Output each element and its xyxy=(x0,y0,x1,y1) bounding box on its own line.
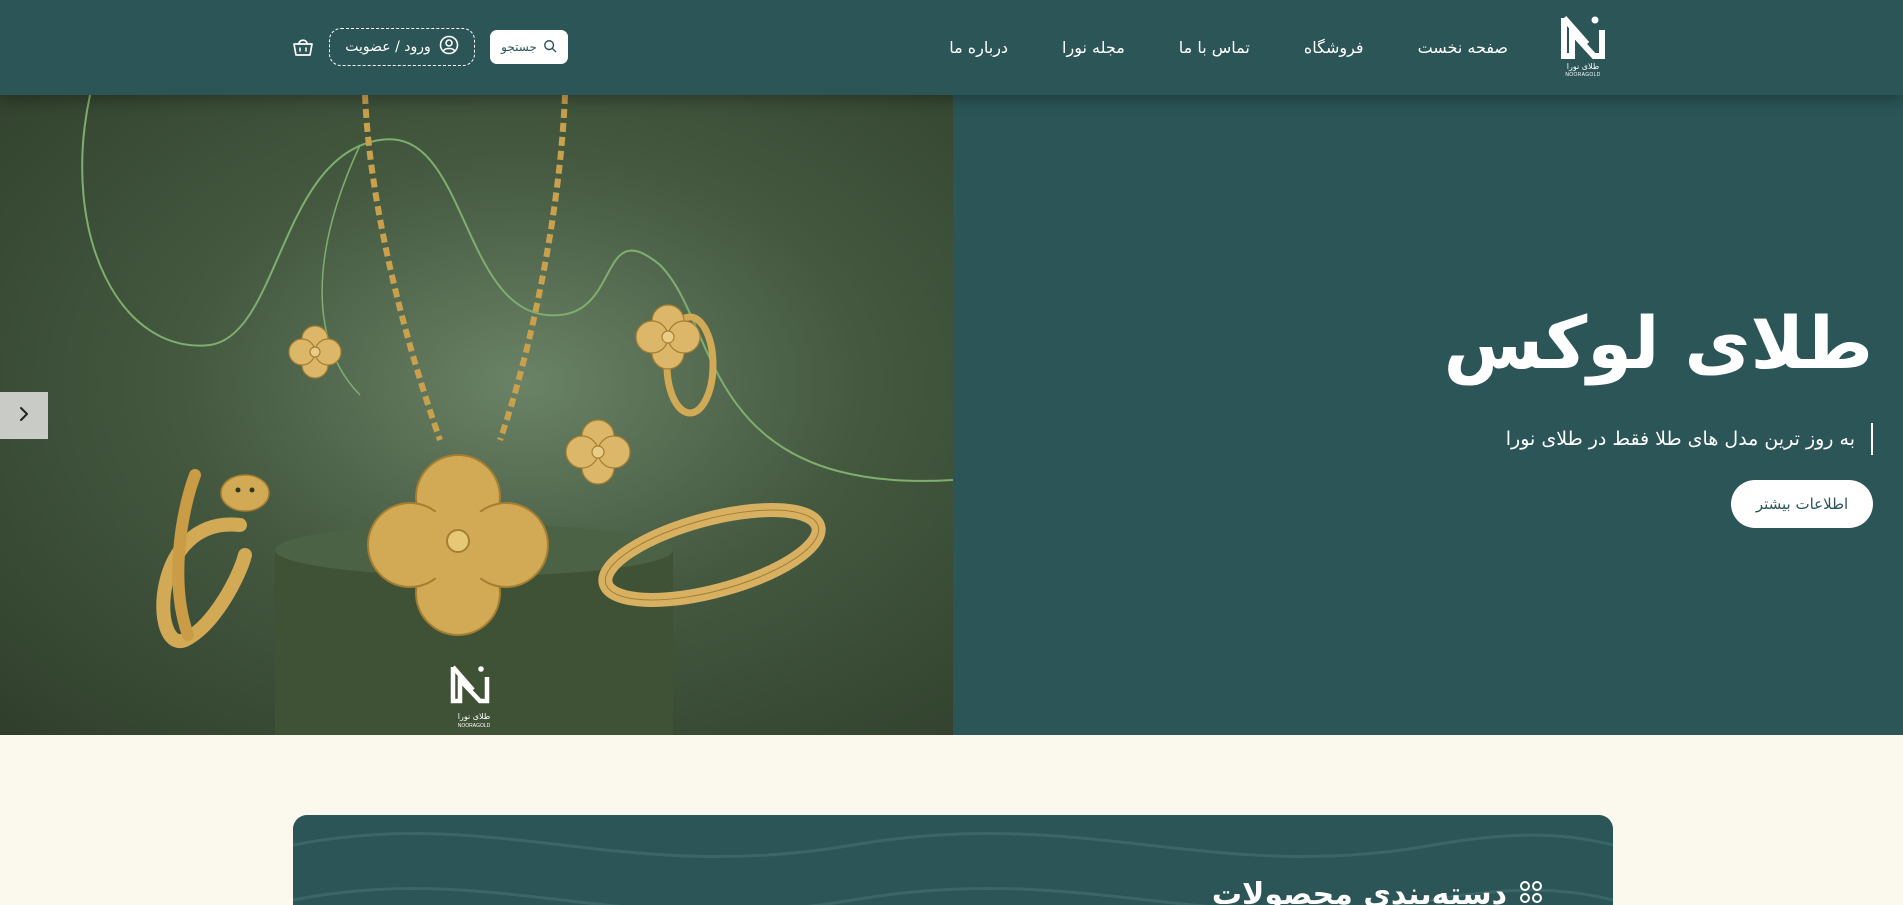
brand-logo[interactable]: طلای نورا NOORAGOLD xyxy=(1558,14,1608,80)
pedestal-logo-fa: طلای نورا xyxy=(458,712,490,721)
product-categories-section: دسته‌بندی محصولات xyxy=(293,815,1613,905)
cart-button[interactable] xyxy=(291,35,315,59)
site-header: طلای نورا NOORAGOLD صفحه نخست فروشگاه تم… xyxy=(0,0,1903,95)
hero-jewelry-image: طلای نورا NOORAGOLD xyxy=(0,95,953,735)
chevron-right-icon xyxy=(17,406,31,426)
nav-item-contact[interactable]: تماس با ما xyxy=(1179,38,1250,57)
nav-item-home[interactable]: صفحه نخست xyxy=(1418,38,1508,57)
nooragold-logo-icon xyxy=(1558,14,1608,60)
hero-title: طلای لوکس xyxy=(1443,301,1873,385)
more-info-button[interactable]: اطلاعات بیشتر xyxy=(1731,480,1873,528)
search-icon xyxy=(543,39,557,56)
hero-subtitle: به روز ترین مدل های طلا فقط در طلای نورا xyxy=(1506,423,1873,455)
search-button[interactable]: جستجو xyxy=(490,30,568,64)
user-circle-icon xyxy=(439,35,459,59)
categories-title: دسته‌بندی محصولات xyxy=(1212,877,1543,905)
slider-next-button[interactable] xyxy=(0,392,48,439)
search-label: جستجو xyxy=(501,40,537,54)
hero-text-panel: طلای لوکس به روز ترین مدل های طلا فقط در… xyxy=(953,95,1903,735)
login-register-button[interactable]: ورود / عضویت xyxy=(329,28,475,66)
shopping-basket-icon xyxy=(291,39,315,63)
pedestal-logo-en: NOORAGOLD xyxy=(458,723,491,729)
categories-title-text: دسته‌بندی محصولات xyxy=(1211,877,1507,905)
brand-name-en: NOORAGOLD xyxy=(1565,72,1601,78)
nav-item-magazine[interactable]: مجله نورا xyxy=(1062,38,1125,57)
nav-item-shop[interactable]: فروشگاه xyxy=(1304,38,1364,57)
jewelry-illustration: طلای نورا NOORAGOLD xyxy=(81,95,953,735)
main-nav: صفحه نخست فروشگاه تماس با ما مجله نورا د… xyxy=(949,0,1508,95)
brand-name-fa: طلای نورا xyxy=(1566,62,1600,71)
login-label: ورود / عضویت xyxy=(345,39,431,55)
nav-item-about[interactable]: درباره ما xyxy=(949,38,1008,57)
grid-dots-icon xyxy=(1519,877,1543,905)
